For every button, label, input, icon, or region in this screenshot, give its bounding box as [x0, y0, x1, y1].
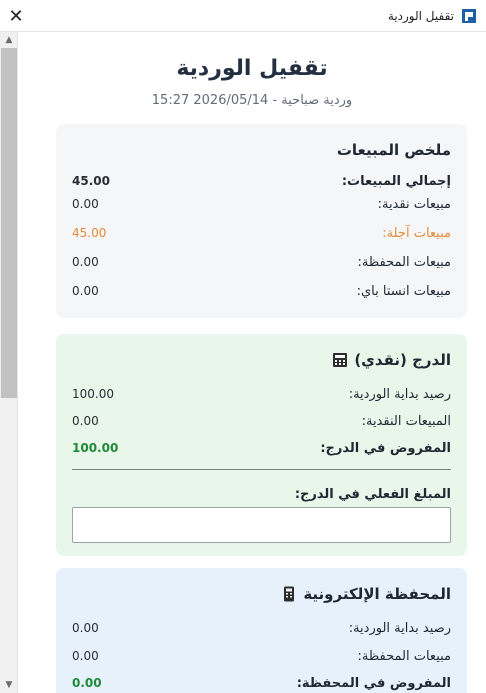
summary-row-deferred: مبيعات آجلة: 45.00: [72, 223, 451, 243]
wallet-row-opening-balance: رصيد بداية الوردية: 0.00: [72, 618, 451, 638]
close-icon[interactable]: ✕: [4, 4, 28, 28]
mobile-wallet-icon: [284, 586, 295, 602]
sales-summary-card: ملخص المبيعات إجمالي المبيعات: 45.00 مبي…: [56, 124, 467, 318]
row-value: 0.00: [72, 197, 99, 211]
row-value: 45.00: [72, 174, 110, 188]
row-label: مبيعات المحفظة:: [357, 648, 451, 664]
shift-subtitle: وردية صباحية - 2026/05/14 15:27: [151, 93, 353, 108]
row-value: 0.00: [72, 649, 99, 663]
row-label: المفروض في المحفظة:: [296, 675, 451, 691]
sales-summary-title-text: ملخص المبيعات: [336, 141, 451, 159]
cash-drawer-card: الدرج (نقدي) رصيد بداية الوردية: 100.00 …: [56, 334, 467, 556]
row-value: 0.00: [72, 414, 99, 428]
row-value: 45.00: [72, 226, 107, 240]
summary-row-cash: مبيعات نقدية: 0.00: [72, 194, 451, 214]
row-label: المفروض في الدرج:: [320, 440, 451, 456]
actual-amount-label: المبلغ الفعلي في الدرج:: [294, 487, 451, 502]
scroll-up-arrow-icon[interactable]: ▲: [0, 32, 18, 48]
row-label: رصيد بداية الوردية:: [348, 620, 451, 636]
drawer-row-cash-sales: المبيعات النقدية: 0.00: [72, 411, 451, 431]
row-label: مبيعات انستا باي:: [356, 283, 451, 299]
vertical-scrollbar[interactable]: ▲ ▼: [0, 32, 18, 693]
row-label: إجمالي المبيعات:: [341, 173, 451, 189]
scrollbar-thumb[interactable]: [1, 48, 17, 398]
actual-amount-input[interactable]: [72, 507, 451, 543]
row-value: 100.00: [72, 441, 119, 455]
cash-drawer-title-text: الدرج (نقدي): [354, 351, 451, 369]
row-value: 0.00: [72, 676, 102, 690]
e-wallet-title: المحفظة الإلكترونية: [281, 585, 451, 603]
summary-row-total: إجمالي المبيعات: 45.00: [72, 171, 451, 191]
summary-row-wallet: مبيعات المحفظة: 0.00: [72, 252, 451, 272]
row-value: 100.00: [72, 387, 114, 401]
row-label: مبيعات آجلة:: [382, 225, 451, 241]
cash-drawer-title: الدرج (نقدي): [332, 351, 451, 369]
window-titlebar: ✕ تقفيل الوردية: [0, 0, 486, 32]
e-wallet-card: المحفظة الإلكترونية رصيد بداية الوردية: …: [56, 568, 467, 693]
cash-register-icon: [333, 353, 348, 367]
row-label: رصيد بداية الوردية:: [348, 386, 451, 402]
wallet-row-wallet-sales: مبيعات المحفظة: 0.00: [72, 646, 451, 666]
page-title: تقفيل الوردية: [176, 56, 328, 81]
app-logo-icon: [462, 9, 476, 23]
drawer-row-expected: المفروض في الدرج: 100.00: [72, 438, 451, 458]
scroll-down-arrow-icon[interactable]: ▼: [0, 677, 18, 693]
row-value: 0.00: [72, 621, 99, 635]
summary-row-instapay: مبيعات انستا باي: 0.00: [72, 281, 451, 301]
shift-close-panel: تقفيل الوردية وردية صباحية - 2026/05/14 …: [18, 32, 486, 693]
drawer-divider: [72, 469, 451, 470]
e-wallet-title-text: المحفظة الإلكترونية: [303, 585, 451, 603]
row-label: مبيعات المحفظة:: [357, 254, 451, 270]
row-value: 0.00: [72, 255, 99, 269]
row-label: المبيعات النقدية:: [361, 413, 451, 429]
window-title: تقفيل الوردية: [387, 9, 454, 23]
drawer-row-opening-balance: رصيد بداية الوردية: 100.00: [72, 384, 451, 404]
sales-summary-title: ملخص المبيعات: [337, 141, 451, 159]
wallet-row-expected: المفروض في المحفظة: 0.00: [72, 673, 451, 693]
row-value: 0.00: [72, 284, 99, 298]
row-label: مبيعات نقدية:: [377, 196, 451, 212]
